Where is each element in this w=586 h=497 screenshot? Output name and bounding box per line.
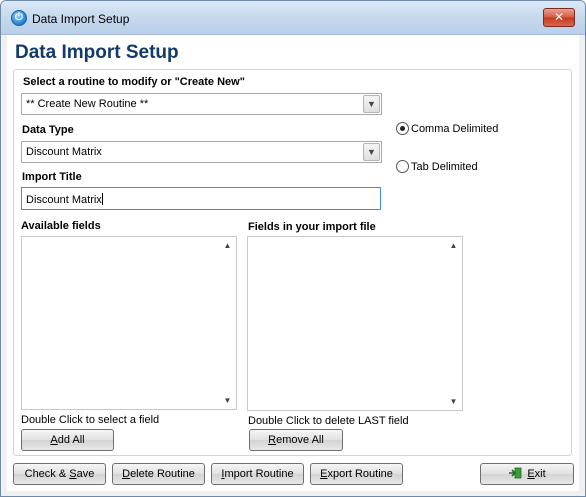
dialog-window: ⏻ Data Import Setup ✕ Data Import Setup … xyxy=(0,0,586,497)
scroll-down-icon[interactable]: ▼ xyxy=(445,393,462,410)
scrollbar[interactable]: ▲ ▼ xyxy=(445,237,462,410)
import-routine-button[interactable]: Import Routine xyxy=(211,463,304,485)
page-title: Data Import Setup xyxy=(15,42,179,63)
comma-delimited-label[interactable]: Comma Delimited xyxy=(411,123,498,135)
import-title-label: Import Title xyxy=(22,171,82,183)
close-button[interactable]: ✕ xyxy=(543,8,575,27)
check-save-button[interactable]: Check & Save xyxy=(13,463,106,485)
delete-routine-button[interactable]: Delete Routine xyxy=(112,463,205,485)
available-fields-list[interactable]: ▲ ▼ xyxy=(21,236,237,410)
routine-select[interactable]: ** Create New Routine ** ▼ xyxy=(21,93,382,115)
scrollbar[interactable]: ▲ ▼ xyxy=(219,237,236,409)
power-icon: ⏻ xyxy=(11,10,27,26)
remove-all-button[interactable]: Remove All xyxy=(249,429,343,451)
routine-label: Select a routine to modify or "Create Ne… xyxy=(23,76,245,88)
data-type-label: Data Type xyxy=(22,124,74,136)
tab-delimited-label[interactable]: Tab Delimited xyxy=(411,161,478,173)
window-title: Data Import Setup xyxy=(32,12,130,26)
data-type-select-value: Discount Matrix xyxy=(26,146,102,158)
tab-delimited-radio[interactable] xyxy=(396,160,409,173)
scroll-up-icon[interactable]: ▲ xyxy=(219,237,236,254)
scroll-down-icon[interactable]: ▼ xyxy=(219,392,236,409)
title-bar[interactable]: ⏻ Data Import Setup ✕ xyxy=(1,1,585,35)
export-routine-button[interactable]: Export Routine xyxy=(310,463,403,485)
data-type-select[interactable]: Discount Matrix ▼ xyxy=(21,141,382,163)
import-title-value: Discount Matrix xyxy=(26,194,102,206)
chevron-down-icon[interactable]: ▼ xyxy=(363,143,380,161)
import-fields-label: Fields in your import file xyxy=(248,221,376,233)
exit-door-icon xyxy=(509,467,522,479)
import-fields-hint: Double Click to delete LAST field xyxy=(248,415,409,427)
add-all-button[interactable]: Add All xyxy=(21,429,114,451)
available-fields-label: Available fields xyxy=(21,220,101,232)
available-fields-hint: Double Click to select a field xyxy=(21,414,160,426)
import-fields-list[interactable]: ▲ ▼ xyxy=(247,236,463,411)
exit-button[interactable]: Exit xyxy=(480,463,574,485)
import-title-input[interactable]: Discount Matrix xyxy=(21,187,381,210)
routine-select-value: ** Create New Routine ** xyxy=(26,98,149,110)
scroll-up-icon[interactable]: ▲ xyxy=(445,237,462,254)
comma-delimited-radio[interactable] xyxy=(396,122,409,135)
chevron-down-icon[interactable]: ▼ xyxy=(363,95,380,113)
text-caret xyxy=(101,193,103,205)
